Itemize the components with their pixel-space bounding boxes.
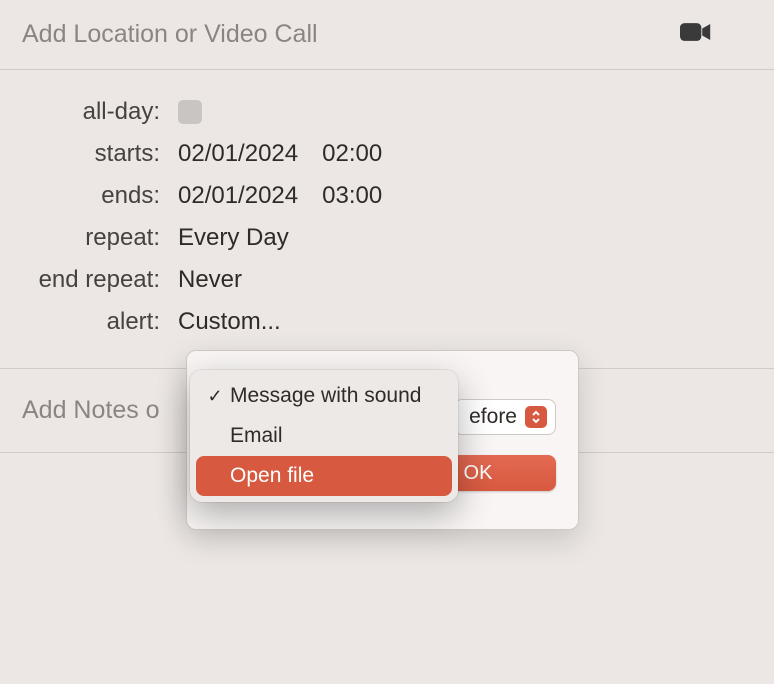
starts-date[interactable]: 02/01/2024	[178, 140, 298, 168]
location-input-placeholder[interactable]: Add Location or Video Call	[22, 20, 318, 49]
end-repeat-value[interactable]: Never	[178, 266, 242, 294]
repeat-label: repeat:	[0, 224, 170, 252]
repeat-row: repeat: Every Day	[0, 224, 774, 252]
alert-label: alert:	[0, 308, 170, 336]
all-day-checkbox[interactable]	[178, 100, 202, 124]
alert-type-item-open-file[interactable]: Open file	[196, 456, 452, 496]
starts-label: starts:	[0, 140, 170, 168]
all-day-row: all-day:	[0, 98, 774, 126]
checkmark-icon: ✓	[204, 386, 226, 407]
end-repeat-label: end repeat:	[0, 266, 170, 294]
location-video-bar: Add Location or Video Call	[0, 0, 774, 70]
alert-type-label: Email	[230, 424, 283, 448]
alert-timing-select[interactable]: efore	[454, 399, 556, 435]
all-day-label: all-day:	[0, 98, 170, 126]
video-call-icon[interactable]	[680, 20, 752, 49]
repeat-value[interactable]: Every Day	[178, 224, 289, 252]
alert-type-menu[interactable]: ✓ Message with sound Email Open file	[190, 370, 458, 502]
ends-time[interactable]: 03:00	[322, 182, 382, 210]
alert-type-item-email[interactable]: Email	[196, 416, 452, 456]
ends-date[interactable]: 02/01/2024	[178, 182, 298, 210]
end-repeat-row: end repeat: Never	[0, 266, 774, 294]
notes-input-placeholder[interactable]: Add Notes o	[22, 396, 160, 425]
alert-type-label: Open file	[230, 464, 314, 488]
alert-timing-label: efore	[469, 405, 517, 429]
starts-row: starts: 02/01/2024 02:00	[0, 140, 774, 168]
ends-row: ends: 02/01/2024 03:00	[0, 182, 774, 210]
event-details: all-day: starts: 02/01/2024 02:00 ends: …	[0, 70, 774, 369]
alert-type-item-message-sound[interactable]: ✓ Message with sound	[196, 376, 452, 416]
ok-button-label: OK	[464, 462, 493, 485]
alert-type-label: Message with sound	[230, 384, 421, 408]
chevron-up-down-icon	[525, 406, 547, 428]
starts-time[interactable]: 02:00	[322, 140, 382, 168]
ends-label: ends:	[0, 182, 170, 210]
alert-value[interactable]: Custom...	[178, 308, 281, 336]
alert-row: alert: Custom...	[0, 308, 774, 336]
